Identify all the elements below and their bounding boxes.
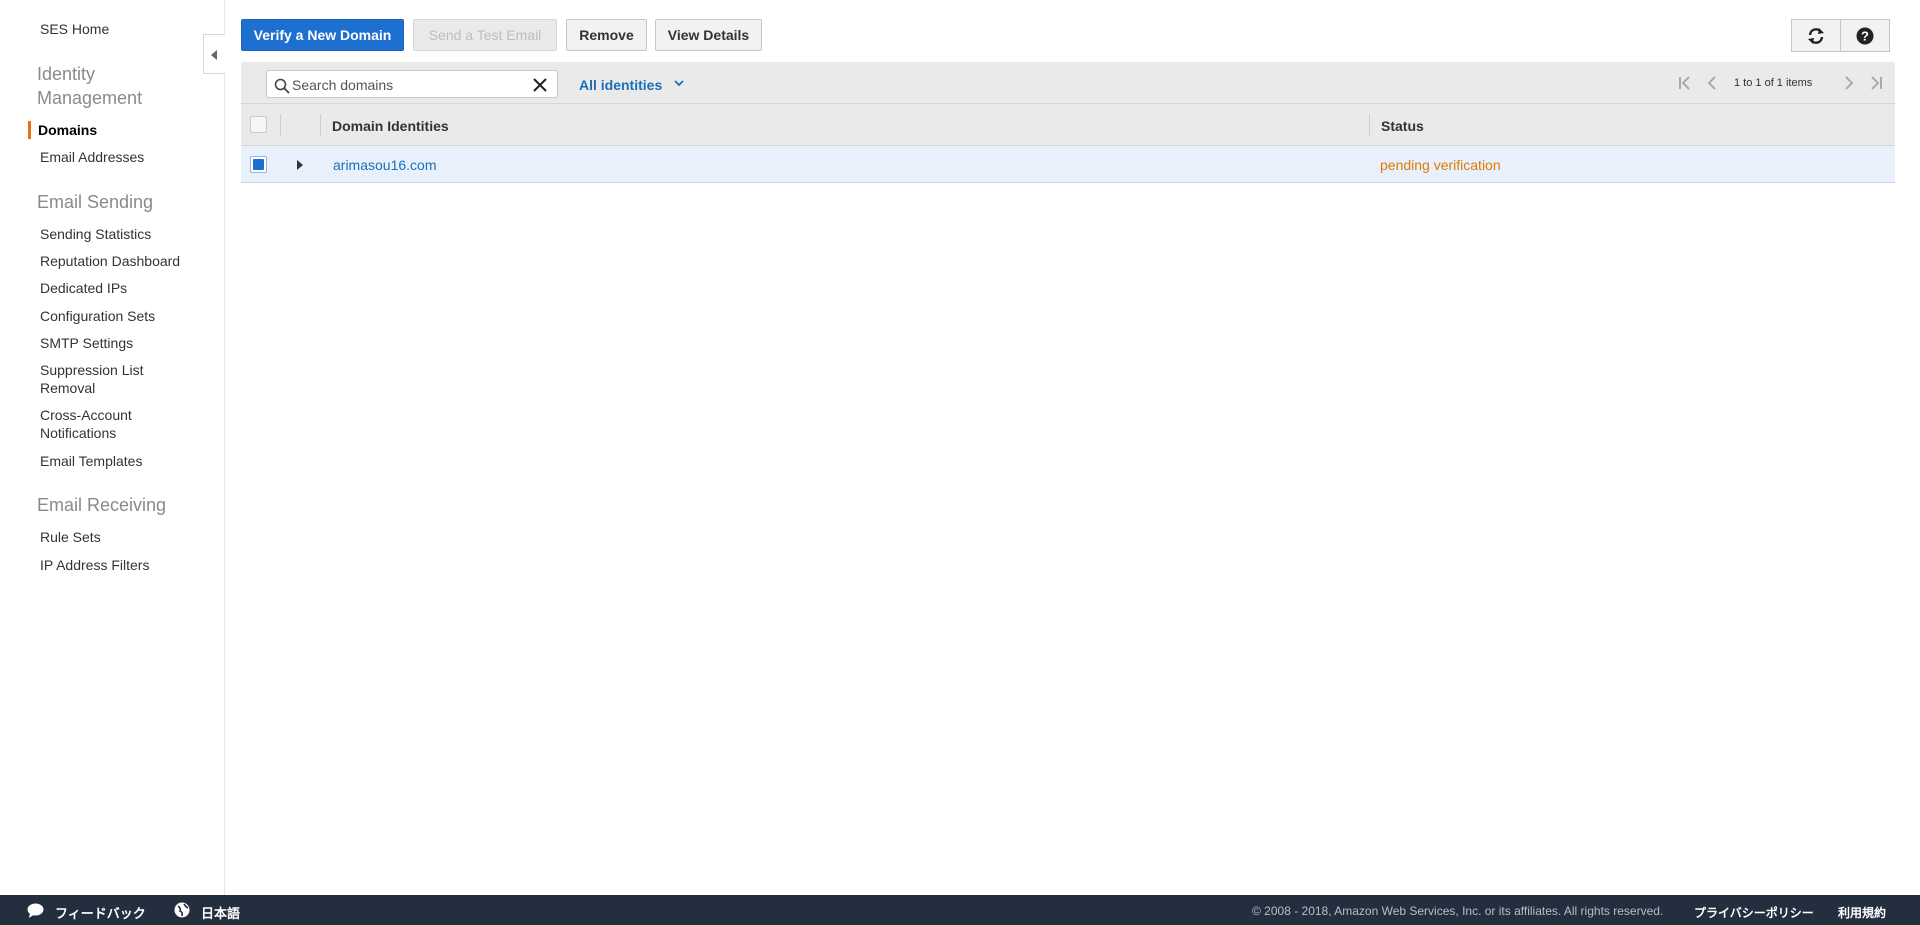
sidebar-item-dedicated-ips[interactable]: Dedicated IPs: [40, 279, 127, 297]
identity-filter-dropdown[interactable]: All identities: [579, 77, 684, 93]
next-page-icon[interactable]: [1843, 76, 1855, 90]
copyright-text: © 2008 - 2018, Amazon Web Services, Inc.…: [1252, 904, 1664, 918]
section-title-line1: Identity: [37, 64, 96, 84]
globe-icon: [174, 902, 190, 918]
sidebar-item-ip-address-filters[interactable]: IP Address Filters: [40, 556, 149, 574]
language-selector[interactable]: 日本語: [201, 903, 240, 922]
column-header-domain-identities[interactable]: Domain Identities: [332, 118, 449, 134]
privacy-policy-link[interactable]: プライバシーポリシー: [1694, 904, 1814, 921]
search-input[interactable]: [292, 75, 522, 95]
select-all-checkbox[interactable]: [250, 116, 267, 133]
pagination: 1 to 1 of 1 items: [1665, 62, 1895, 104]
table-header: Domain Identities Status: [241, 104, 1895, 146]
active-indicator: [28, 121, 31, 139]
search-box: [266, 70, 558, 98]
last-page-icon[interactable]: [1869, 76, 1883, 90]
row-checkbox[interactable]: [250, 156, 267, 173]
clear-icon[interactable]: [532, 77, 548, 93]
view-details-button[interactable]: View Details: [655, 19, 762, 51]
feedback-link[interactable]: フィードバック: [55, 903, 146, 922]
chevron-left-icon: [211, 50, 217, 60]
section-identity-management: Identity Management: [37, 62, 142, 110]
sidebar-item-configuration-sets[interactable]: Configuration Sets: [40, 307, 155, 325]
first-page-icon[interactable]: [1678, 76, 1692, 90]
pager-text: 1 to 1 of 1 items: [1734, 77, 1813, 89]
verify-new-domain-button[interactable]: Verify a New Domain: [241, 19, 404, 51]
sidebar-collapse-button[interactable]: [203, 34, 225, 74]
feedback-icon: [27, 903, 44, 918]
search-icon: [274, 78, 290, 94]
status-text: pending verification: [1380, 157, 1501, 173]
sidebar-item-label: Removal: [40, 380, 96, 396]
column-header-status[interactable]: Status: [1381, 118, 1424, 134]
section-title-line2: Management: [37, 88, 143, 108]
sidebar-item-email-addresses[interactable]: Email Addresses: [40, 148, 144, 166]
help-button[interactable]: ?: [1840, 19, 1890, 52]
sidebar-item-label: Cross-Account: [40, 407, 132, 423]
sidebar-item-domains[interactable]: Domains: [38, 121, 97, 139]
section-email-receiving: Email Receiving: [37, 495, 167, 515]
expand-row-icon[interactable]: [297, 160, 303, 170]
terms-link[interactable]: 利用規約: [1838, 904, 1886, 921]
remove-button[interactable]: Remove: [566, 19, 647, 51]
footer: フィードバック 日本語 © 2008 - 2018, Amazon Web Se…: [0, 895, 1920, 925]
table-row[interactable]: arimasou16.com pending verification: [241, 146, 1895, 183]
sidebar-item-cross-account-notifications[interactable]: Cross-Account Notifications: [40, 406, 132, 442]
previous-page-icon[interactable]: [1706, 76, 1718, 90]
send-test-email-button[interactable]: Send a Test Email: [413, 19, 557, 51]
domain-table: Domain Identities Status arimasou16.com …: [241, 104, 1895, 183]
column-divider: [280, 114, 281, 136]
section-email-sending: Email Sending: [37, 192, 154, 212]
sidebar-item-rule-sets[interactable]: Rule Sets: [40, 528, 101, 546]
sidebar-item-suppression-list-removal[interactable]: Suppression List Removal: [40, 361, 144, 397]
filter-bar: All identities 1 to 1 of 1 items: [241, 62, 1895, 104]
sidebar-item-smtp-settings[interactable]: SMTP Settings: [40, 334, 133, 352]
identity-filter-label: All identities: [579, 77, 663, 93]
ses-home-link[interactable]: SES Home: [40, 21, 109, 37]
sidebar: SES Home Identity Management Domains Ema…: [0, 0, 225, 895]
sidebar-item-label: Suppression List: [40, 362, 144, 378]
chevron-down-icon: [674, 80, 684, 87]
sidebar-item-reputation-dashboard[interactable]: Reputation Dashboard: [40, 252, 180, 270]
help-icon: ?: [1856, 27, 1874, 44]
column-divider: [320, 114, 321, 136]
domain-link[interactable]: arimasou16.com: [333, 157, 437, 173]
svg-text:?: ?: [1861, 28, 1869, 43]
sidebar-item-label: Notifications: [40, 425, 117, 441]
sidebar-item-sending-statistics[interactable]: Sending Statistics: [40, 225, 151, 243]
refresh-icon: [1808, 27, 1824, 44]
refresh-button[interactable]: [1791, 19, 1841, 52]
sidebar-item-email-templates[interactable]: Email Templates: [40, 452, 142, 470]
column-divider: [1369, 114, 1370, 136]
